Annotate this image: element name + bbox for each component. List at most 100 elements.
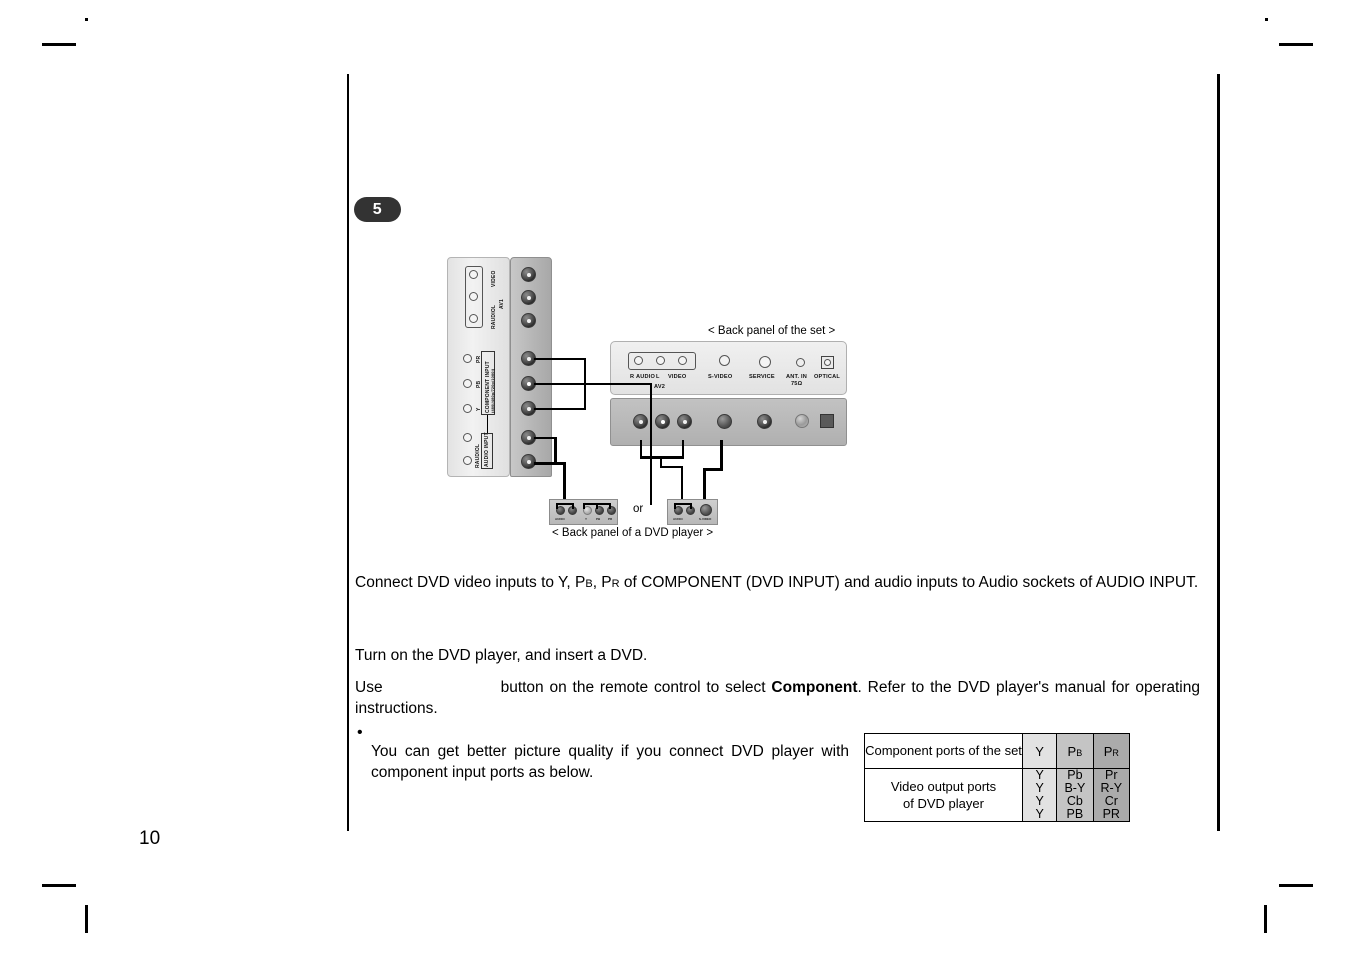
av2-group-label: AV2 xyxy=(654,384,666,390)
wire-component-pb xyxy=(534,383,652,385)
component-y-hole xyxy=(463,404,472,413)
dvd-y-label: Y xyxy=(585,517,588,521)
component-pb-hole xyxy=(463,379,472,388)
wire-dvd-component-stub-y xyxy=(583,503,585,509)
back-ant-in-label: ANT. IN xyxy=(786,374,807,380)
av1-audio-label: RAUDIOL xyxy=(491,305,497,329)
table-cell-dvd-y-column: Y Y Y Y xyxy=(1022,768,1058,822)
wire-audio-r xyxy=(534,462,556,465)
av2-audio-r-label: R xyxy=(630,374,635,380)
component-audio-tie-line xyxy=(487,415,488,433)
paragraph-connect-dvd-b: , P xyxy=(592,574,612,591)
paragraph-turn-on-dvd: Turn on the DVD player, and insert a DVD… xyxy=(355,647,648,664)
table-cell-set-pb-sub: B xyxy=(1076,747,1083,758)
av1-audio-r-hole xyxy=(469,314,478,323)
table-cell-set-y: Y xyxy=(1022,733,1058,769)
crop-mark-dot-top-right xyxy=(1265,18,1268,21)
dvd2-jack-svideo xyxy=(700,504,712,516)
wire-audio-bracket-vertical xyxy=(554,437,557,465)
page-rule-left xyxy=(347,74,349,831)
back-jack-video xyxy=(677,414,692,429)
diagram-side-panel-of-set: VIDEO RAUDIOL AV1 PR PB Y COMPONENT INPU… xyxy=(447,257,552,477)
crop-mark-line-top-right xyxy=(1279,43,1313,46)
crop-mark-line-bottom-left xyxy=(42,884,76,887)
crop-mark-line-bottom-right xyxy=(1279,884,1313,887)
caption-back-panel-of-set: < Back panel of the set > xyxy=(708,325,836,337)
dvd-audio-label: AUDIO xyxy=(555,517,565,521)
dvd-pr-label: PR xyxy=(608,517,613,521)
paragraph-connect-dvd-sub-b: B xyxy=(585,578,593,590)
side-jack-av1-audio-r xyxy=(521,313,536,328)
av1-group-label: AV1 xyxy=(499,299,505,309)
back-optical-label: OPTICAL xyxy=(814,374,840,380)
table-cell-set-ports-label: Component ports of the set xyxy=(863,733,1024,769)
paragraph-connect-dvd-a: Connect DVD video inputs to Y, P xyxy=(355,574,586,591)
wire-component-trunk-vertical xyxy=(650,383,652,505)
av2-audio-word-label: AUDIO xyxy=(636,374,656,380)
av1-audio-r-label: R xyxy=(491,325,497,329)
crop-mark-dot-top-left xyxy=(85,18,88,21)
av2-audio-r-hole xyxy=(634,356,643,365)
table-cell-set-pb: PB xyxy=(1056,733,1094,769)
dvd-pb-label: PB xyxy=(596,517,601,521)
back-jack-ant-in xyxy=(795,414,809,428)
table-cell-dvd-ports-label: Video output ports of DVD player xyxy=(863,768,1024,822)
back-service-hole xyxy=(759,356,771,368)
diagram-back-panel-of-set: R AUDIO L VIDEO AV2 S-VIDEO SERVICE ANT.… xyxy=(610,341,847,449)
bullet-marker: • xyxy=(357,724,363,741)
wire-dvd-component-stub-pb xyxy=(596,503,598,509)
back-jack-service xyxy=(757,414,772,429)
table-cell-dvd-pr-3: PR xyxy=(1102,807,1120,821)
paragraph-use-input-button: Use button on the remote control to selec… xyxy=(355,677,1200,719)
wire-back-audio-drop-horizontal xyxy=(660,466,683,468)
av2-video-label: VIDEO xyxy=(668,374,687,380)
paragraph-bullet-picture-quality: You can get better picture quality if yo… xyxy=(371,743,849,781)
wire-dvd-audio-stub-l xyxy=(572,503,574,509)
back-svideo-label: S-VIDEO xyxy=(708,374,733,380)
paragraph-connect-dvd-sub-r: R xyxy=(611,578,620,590)
back-jack-svideo xyxy=(717,414,732,429)
page-number: 10 xyxy=(139,828,161,849)
audio-input-label: AUDIO INPUT xyxy=(484,432,490,467)
table-cell-set-pr-sub: R xyxy=(1112,747,1119,758)
wire-dvd-audio-stub-r xyxy=(556,503,558,509)
table-cell-dvd-pr-column: Pr R-Y Cr PR xyxy=(1092,768,1131,822)
back-optical-port-inner xyxy=(824,359,831,366)
paragraph-component-bold: Component xyxy=(771,679,858,696)
av2-audio-l-label: L xyxy=(656,374,660,380)
paragraph-connect-dvd-c: of COMPONENT (DVD INPUT) and audio input… xyxy=(619,574,1199,591)
crop-mark-line-bottom-left-vertical xyxy=(85,905,88,933)
page-rule-right xyxy=(1217,74,1220,831)
paragraph-connect-dvd: Connect DVD video inputs to Y, PB, PR of… xyxy=(355,572,1200,595)
av1-audio-word: AUDIO xyxy=(491,308,497,326)
paragraph-use-word: Use xyxy=(355,679,383,696)
back-jack-audio-l xyxy=(655,414,670,429)
component-pr-hole xyxy=(463,354,472,363)
av2-audio-l-hole xyxy=(656,356,665,365)
av1-video-hole xyxy=(469,270,478,279)
back-svideo-hole xyxy=(719,355,730,366)
audio-input-l-hole xyxy=(463,433,472,442)
av1-video-label: VIDEO xyxy=(491,270,497,287)
table-cell-dvd-label-line2: of DVD player xyxy=(903,796,984,811)
table-cell-dvd-label-line1: Video output ports xyxy=(890,779,997,794)
component-input-formats-label: (480i/480p/720p/1080i) xyxy=(491,368,495,413)
back-jack-optical xyxy=(820,414,834,428)
component-port-comparison-table: Component ports of the set Y PB PR Video… xyxy=(863,733,1131,822)
table-cell-dvd-y-3: Y xyxy=(1035,807,1044,821)
side-jack-av1-audio-l xyxy=(521,290,536,305)
dvd2-svideo-label: S-VIDEO xyxy=(699,517,712,521)
table-cell-set-pr: PR xyxy=(1092,733,1131,769)
wire-dvd2-audio-stub-r xyxy=(674,503,676,509)
table-row: Video output ports of DVD player Y Y Y Y… xyxy=(863,768,1131,822)
wire-dvd2-audio-stub-l xyxy=(690,503,692,509)
wire-component-y xyxy=(534,408,586,410)
wire-svideo-stub xyxy=(720,440,723,470)
table-cell-dvd-pb-3: PB xyxy=(1066,807,1084,821)
back-jack-audio-r xyxy=(633,414,648,429)
back-service-label: SERVICE xyxy=(749,374,775,380)
wire-back-audio-bracket xyxy=(640,456,684,459)
audio-input-r-hole xyxy=(463,456,472,465)
caption-back-panel-of-dvd: < Back panel of a DVD player > xyxy=(552,527,714,539)
caption-or: or xyxy=(633,503,644,515)
